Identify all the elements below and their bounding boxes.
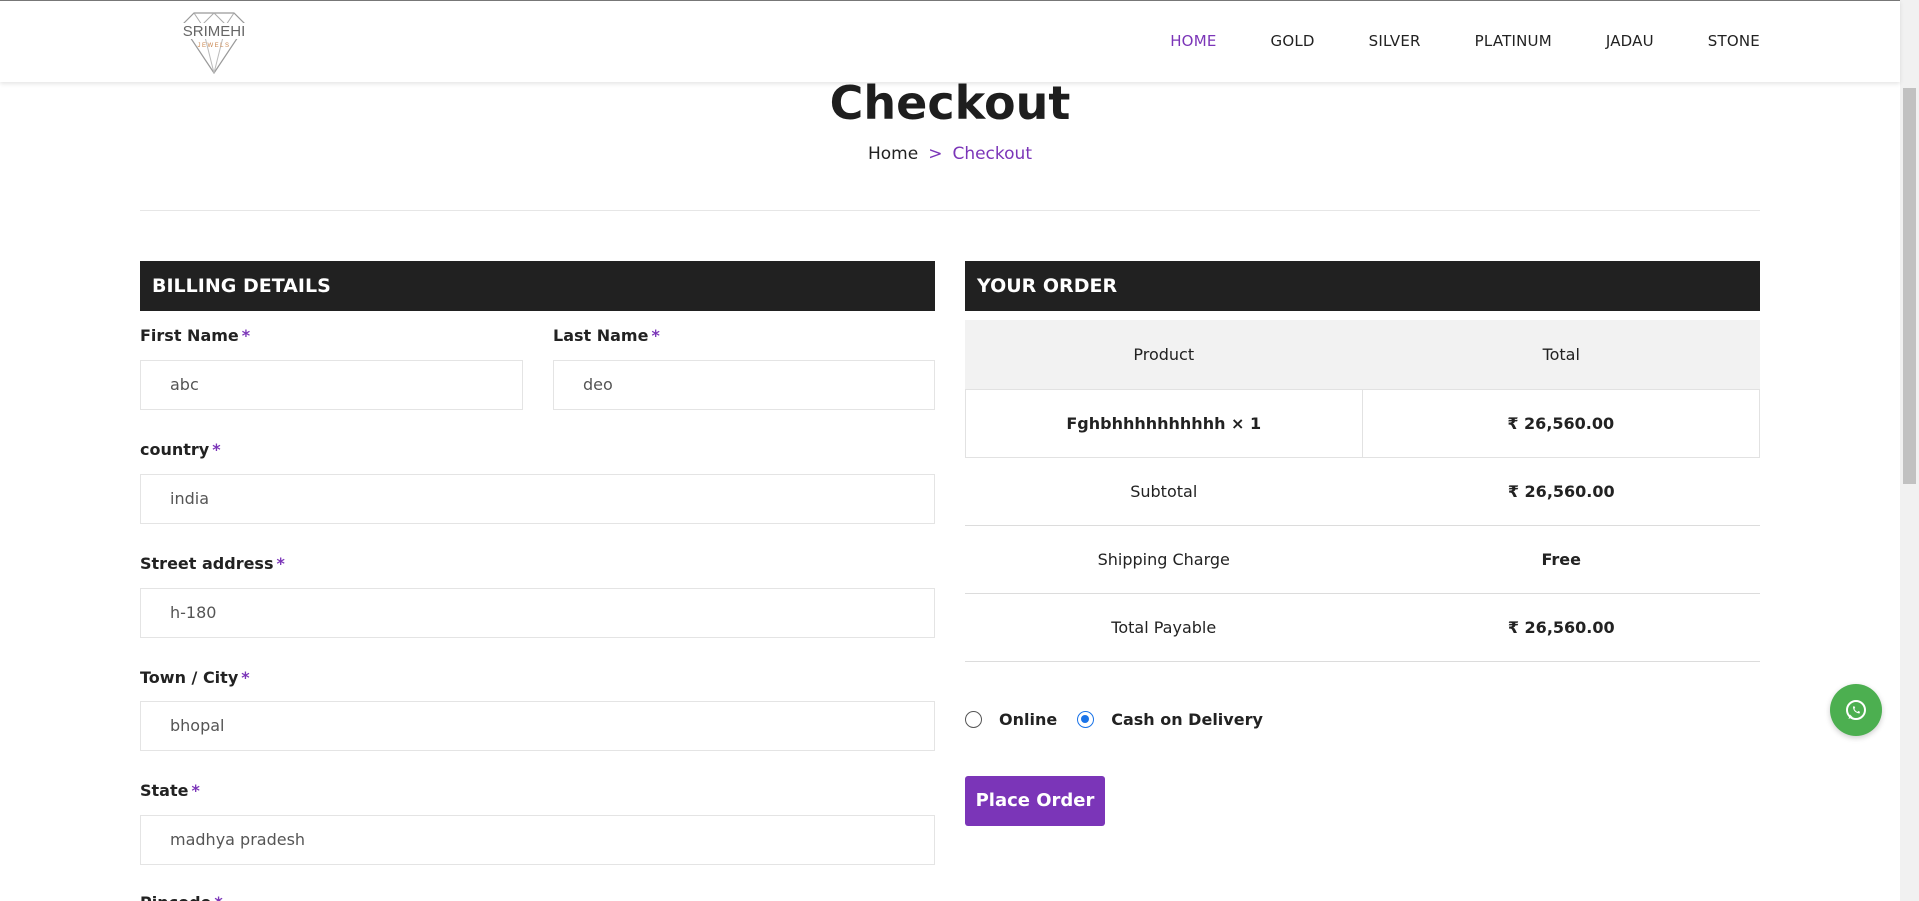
total-row: Total Payable ₹ 26,560.00 [965,594,1760,662]
payment-options: Online Cash on Delivery [965,710,1283,729]
country-input[interactable]: india [140,474,935,524]
nav-jadau[interactable]: JADAU [1606,32,1654,50]
breadcrumb-separator: > [928,144,943,164]
required-mark: * [241,326,251,345]
shipping-label: Shipping Charge [1097,550,1230,569]
first-name-label: First Name * [140,326,250,345]
nav-home[interactable]: HOME [1170,32,1216,50]
last-name-label: Last Name * [553,326,660,345]
state-input[interactable]: madhya pradesh [140,815,935,865]
country-label: country * [140,440,221,459]
main-nav: HOME GOLD SILVER PLATINUM JADAU STONE [1116,1,1760,81]
svg-text:SRIMEHI: SRIMEHI [183,23,246,40]
shipping-value: Free [1541,550,1582,569]
divider [140,210,1760,211]
required-mark: * [276,554,285,573]
pincode-label: Pincode* [140,893,223,901]
last-name-input[interactable]: deo [553,360,935,410]
page-title: Checkout [829,76,1071,130]
scrollbar-thumb[interactable] [1903,88,1916,484]
city-label: Town / City * [140,668,250,687]
breadcrumb-home[interactable]: Home [868,144,918,164]
first-name-input[interactable]: abc [140,360,523,410]
pincode-label-text: Pincode [140,893,211,901]
required-mark: * [241,668,250,687]
required-mark: * [212,440,221,459]
nav-gold[interactable]: GOLD [1271,32,1315,50]
order-table-header: Product Total [965,320,1760,390]
column-total: Total [1542,345,1580,364]
first-name-label-text: First Name [140,326,239,345]
online-label[interactable]: Online [999,710,1057,729]
billing-heading: BILLING DETAILS [140,261,935,311]
nav-stone[interactable]: STONE [1708,32,1760,50]
place-order-button[interactable]: Place Order [965,776,1105,826]
column-product: Product [1133,345,1195,364]
product-name: Fghbhhhhhhhhhh × 1 [966,390,1363,457]
cod-radio[interactable] [1077,711,1095,728]
total-value: ₹ 26,560.00 [1507,618,1615,637]
shipping-row: Shipping Charge Free [965,526,1760,594]
state-label-text: State [140,781,189,800]
city-label-text: Town / City [140,668,239,687]
product-total: ₹ 26,560.00 [1507,414,1615,433]
city-input[interactable]: bhopal [140,701,935,751]
order-product-row: Fghbhhhhhhhhhh × 1 ₹ 26,560.00 [965,390,1760,458]
nav-silver[interactable]: SILVER [1369,32,1421,50]
page-scrollbar[interactable] [1900,0,1919,901]
required-mark: * [651,326,660,345]
total-label: Total Payable [1111,618,1217,637]
required-mark: * [214,893,222,901]
breadcrumb-current: Checkout [952,144,1032,164]
order-table: Product Total Fghbhhhhhhhhhh × 1 ₹ 26,56… [965,320,1760,662]
online-radio[interactable] [965,711,982,728]
svg-text:JEWELS: JEWELS [197,43,230,49]
order-heading: YOUR ORDER [965,261,1760,311]
last-name-label-text: Last Name [553,326,649,345]
street-label: Street address * [140,554,285,573]
brand-logo[interactable]: SRIMEHI JEWELS [176,9,252,75]
site-header: SRIMEHI JEWELS HOME GOLD SILVER PLATINUM… [0,0,1900,82]
subtotal-row: Subtotal ₹ 26,560.00 [965,458,1760,526]
nav-platinum[interactable]: PLATINUM [1475,32,1552,50]
subtotal-label: Subtotal [1130,482,1198,501]
state-label: State * [140,781,200,800]
subtotal-value: ₹ 26,560.00 [1507,482,1615,501]
street-label-text: Street address [140,554,274,573]
street-input[interactable]: h-180 [140,588,935,638]
cod-label[interactable]: Cash on Delivery [1111,710,1263,729]
required-mark: * [191,781,200,800]
whatsapp-icon [1846,700,1866,720]
country-label-text: country [140,440,210,459]
breadcrumb: Home > Checkout [0,144,1900,164]
whatsapp-button[interactable] [1830,684,1882,736]
